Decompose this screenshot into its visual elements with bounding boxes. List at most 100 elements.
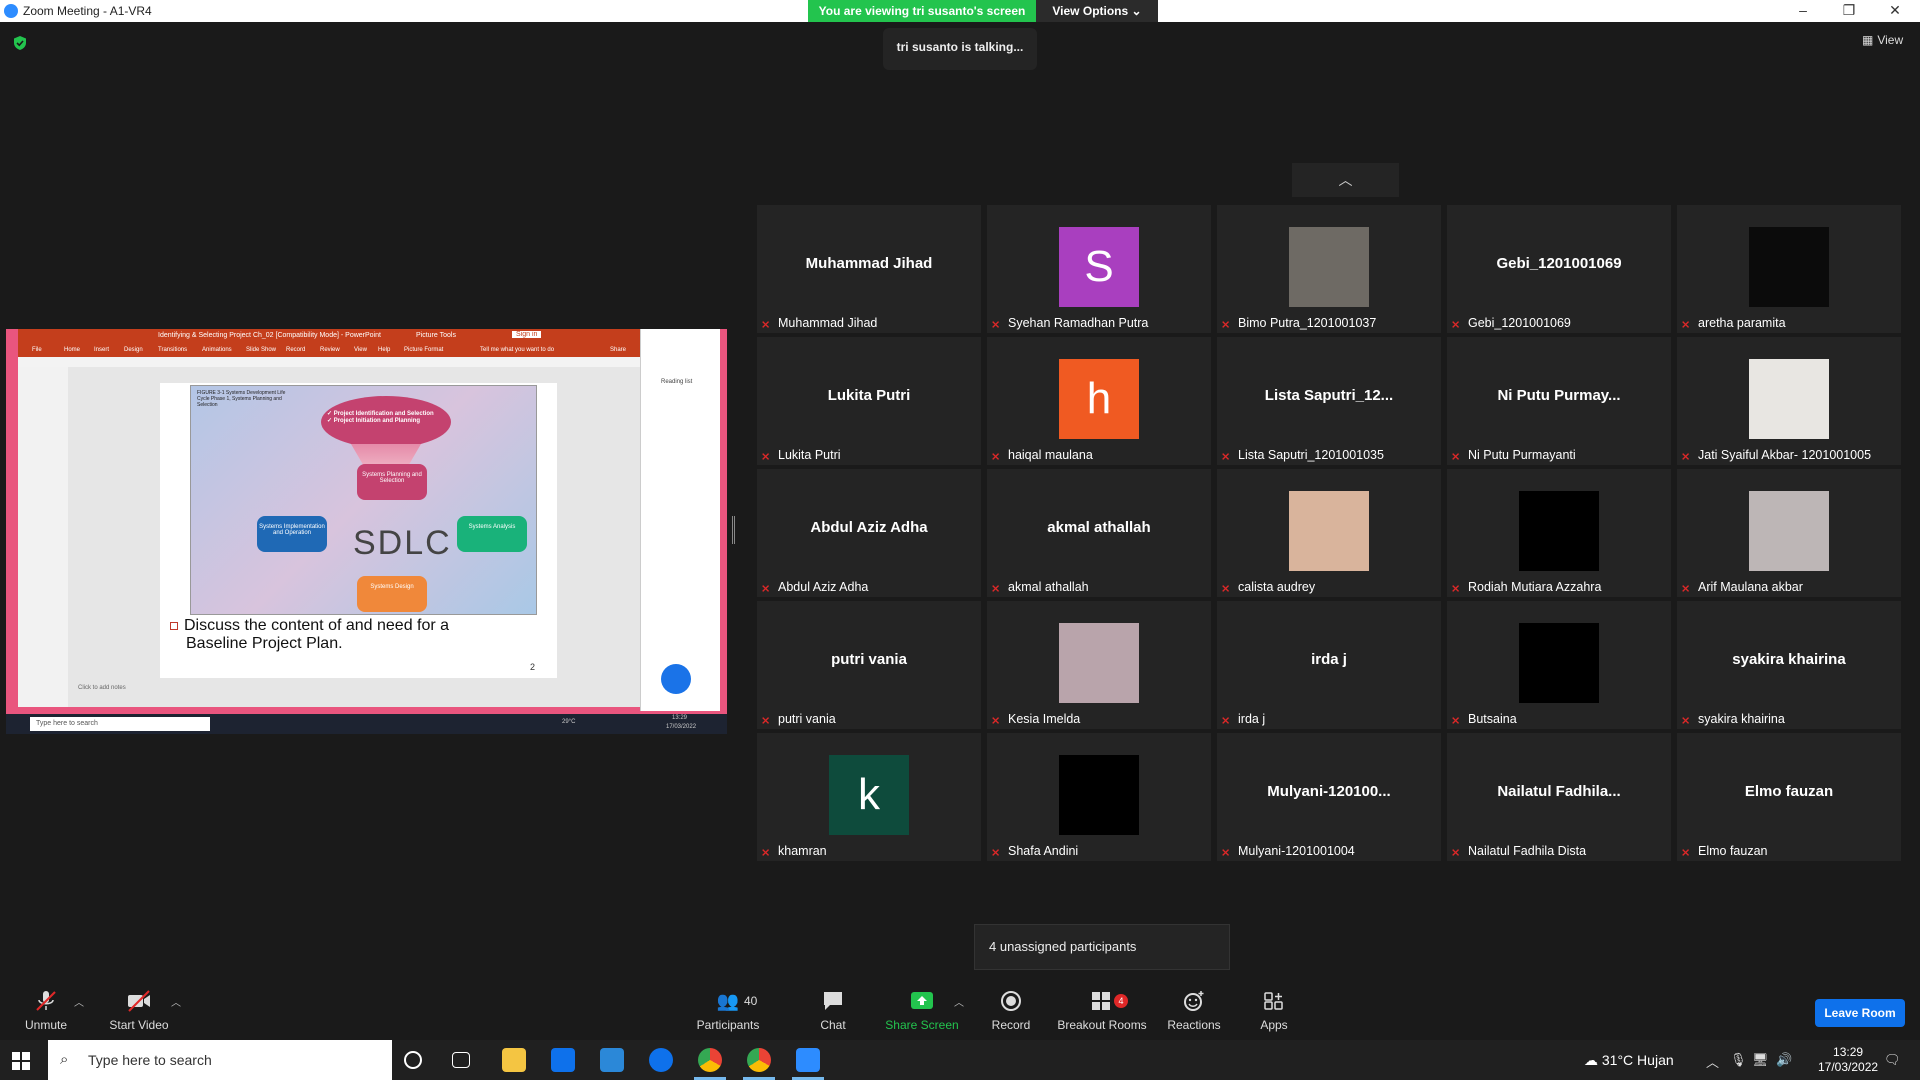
chat-button[interactable]: Chat (808, 990, 858, 1032)
microphone-icon[interactable]: 🎙 (1730, 1052, 1747, 1068)
participant-tile[interactable]: S ⨯ Syehan Ramadhan Putra (987, 205, 1211, 333)
participant-tile[interactable]: ⨯ Shafa Andini (987, 733, 1211, 861)
chevron-down-icon: ⌄ (1131, 4, 1142, 18)
participant-name: Elmo fauzan (1698, 844, 1768, 858)
participant-tile[interactable]: Nailatul Fadhila... ⨯ Nailatul Fadhila Dis… (1447, 733, 1671, 861)
participant-tile[interactable]: k ⨯ khamran (757, 733, 981, 861)
cortana-icon[interactable] (404, 1051, 422, 1069)
video-options-caret-icon[interactable]: ︿ (171, 994, 181, 1009)
participant-tile[interactable]: putri vania ⨯ putri vania (757, 601, 981, 729)
share-options-caret-icon[interactable]: ︿ (954, 994, 964, 1009)
network-icon[interactable]: 🖥 (1752, 1052, 1769, 1068)
mic-muted-icon: ⨯ (761, 451, 771, 463)
start-video-button[interactable]: Start Video (104, 990, 174, 1032)
store-icon[interactable] (551, 1048, 575, 1072)
participant-tile[interactable]: ⨯ Kesia Imelda (987, 601, 1211, 729)
participant-display-name: Mulyani-120100... (1267, 783, 1391, 800)
split-view-handle[interactable] (732, 516, 735, 544)
task-view-icon[interactable] (452, 1052, 470, 1068)
chrome-icon[interactable] (698, 1048, 722, 1072)
cloud-rain-icon: ☁ (1584, 1052, 1598, 1068)
mail-icon[interactable] (600, 1048, 624, 1072)
close-icon[interactable]: ✕ (1872, 0, 1918, 22)
view-options-button[interactable]: View Options ⌄ (1036, 0, 1158, 22)
audio-options-caret-icon[interactable]: ︿ (74, 994, 84, 1009)
file-explorer-icon[interactable] (502, 1048, 526, 1072)
volume-icon[interactable]: 🔊 (1776, 1052, 1792, 1068)
mic-muted-icon: ⨯ (761, 715, 771, 727)
notification-icon[interactable]: 🗨 (1884, 1052, 1901, 1068)
mic-muted-icon: ⨯ (1681, 715, 1691, 727)
participant-tile[interactable]: akmal athallah ⨯ akmal athallah (987, 469, 1211, 597)
viewing-banner: You are viewing tri susanto's screen (808, 0, 1036, 22)
participant-display-name: Gebi_1201001069 (1496, 255, 1622, 272)
participant-name: akmal athallah (1008, 580, 1089, 594)
participant-tile[interactable]: Lukita Putri ⨯ Lukita Putri (757, 337, 981, 465)
participant-avatar (1059, 623, 1139, 703)
participant-tile[interactable]: Ni Putu Purmay... ⨯ Ni Putu Purmayanti (1447, 337, 1671, 465)
view-label: View (1877, 33, 1904, 47)
participant-tile[interactable]: Elmo fauzan ⨯ Elmo fauzan (1677, 733, 1901, 861)
participant-tile[interactable]: ⨯ Jati Syaiful Akbar- 1201001005 (1677, 337, 1901, 465)
funnel-line: ✓ Project Initiation and Planning (327, 418, 421, 424)
participant-name: Butsaina (1468, 712, 1517, 726)
participant-tile[interactable]: ⨯ aretha paramita (1677, 205, 1901, 333)
ribbon-tab: Slide Show (246, 347, 277, 353)
chrome-profile-icon[interactable] (747, 1048, 771, 1072)
participant-name: Muhammad Jihad (778, 316, 878, 330)
participant-tile[interactable]: ⨯ Butsaina (1447, 601, 1671, 729)
participant-name-label: ⨯ akmal athallah (991, 580, 1089, 595)
restore-icon[interactable]: ❐ (1826, 0, 1872, 22)
zoom-taskbar-icon[interactable] (796, 1048, 820, 1072)
gallery-scroll-up-button[interactable]: ︿ (1292, 163, 1399, 197)
participant-tile[interactable]: h ⨯ haiqal maulana (987, 337, 1211, 465)
participant-tile[interactable]: syakira khairina ⨯ syakira khairina (1677, 601, 1901, 729)
tell-me-box: Tell me what you want to do (480, 347, 555, 353)
participant-name: Nailatul Fadhila Dista (1468, 844, 1587, 858)
breakout-rooms-button[interactable]: Breakout Rooms (1056, 990, 1148, 1032)
mic-muted-icon: ⨯ (761, 319, 771, 331)
participant-tile[interactable]: Lista Saputri_12... ⨯ Lista Saputri_120100… (1217, 337, 1441, 465)
participant-tile[interactable]: irda j ⨯ irda j (1217, 601, 1441, 729)
participant-tile[interactable]: ⨯ Rodiah Mutiara Azzahra (1447, 469, 1671, 597)
participant-name: Rodiah Mutiara Azzahra (1468, 580, 1602, 594)
participant-avatar (1519, 491, 1599, 571)
view-button[interactable]: ▦ View (1862, 33, 1903, 47)
show-hidden-icons-icon[interactable]: ︿ (1706, 1052, 1719, 1071)
participants-icon: 👥 (716, 991, 740, 1011)
participant-tile[interactable]: Gebi_1201001069 ⨯ Gebi_1201001069 (1447, 205, 1671, 333)
participant-tile[interactable]: ⨯ Bimo Putra_1201001037 (1217, 205, 1441, 333)
participant-tile[interactable]: Muhammad Jihad ⨯ Muhammad Jihad (757, 205, 981, 333)
powerpoint-title-bar: Identifying & Selecting Project Ch_02 [C… (18, 329, 646, 343)
taskbar-search-input[interactable]: ⌕ Type here to search (48, 1040, 392, 1080)
participant-tile[interactable]: Abdul Aziz Adha ⨯ Abdul Aziz Adha (757, 469, 981, 597)
shared-screen[interactable]: Identifying & Selecting Project Ch_02 [C… (6, 329, 727, 734)
apps-button[interactable]: Apps (1256, 990, 1292, 1032)
encryption-shield-icon[interactable] (12, 35, 28, 51)
participant-name-label: ⨯ Lista Saputri_1201001035 (1221, 448, 1384, 463)
sign-in-button: Sign in (512, 331, 542, 338)
leave-room-button[interactable]: Leave Room (1815, 999, 1905, 1027)
taskbar-clock[interactable]: 13:29 17/03/2022 (1818, 1045, 1878, 1075)
mic-muted-icon: ⨯ (1221, 451, 1231, 463)
teamviewer-icon[interactable] (649, 1048, 673, 1072)
weather-widget[interactable]: ☁ 31°C Hujan (1584, 1052, 1674, 1069)
unmute-button[interactable]: Unmute (22, 990, 70, 1032)
mic-muted-icon: ⨯ (1451, 319, 1461, 331)
windows-start-icon[interactable] (12, 1052, 30, 1070)
reactions-button[interactable]: Reactions (1164, 990, 1224, 1032)
participant-tile[interactable]: ⨯ Arif Maulana akbar (1677, 469, 1901, 597)
share-screen-button[interactable]: Share Screen (882, 990, 962, 1032)
participant-tile[interactable]: ⨯ calista audrey (1217, 469, 1441, 597)
funnel-shape: ✓ Project Identification and Selection ✓… (321, 396, 451, 448)
ribbon-tab: Animations (202, 347, 232, 353)
record-button[interactable]: Record (986, 990, 1036, 1032)
ribbon-tab: Picture Format (404, 347, 444, 353)
picture-tools-label: Picture Tools (416, 332, 456, 339)
implementation-box: Systems Implementation and Operation (257, 516, 327, 552)
minimize-icon[interactable]: – (1780, 0, 1826, 22)
participant-name: calista audrey (1238, 580, 1316, 594)
ribbon-tab: Transitions (158, 347, 188, 353)
participant-tile[interactable]: Mulyani-120100... ⨯ Mulyani-1201001004 (1217, 733, 1441, 861)
participant-name-label: ⨯ Syehan Ramadhan Putra (991, 316, 1148, 331)
